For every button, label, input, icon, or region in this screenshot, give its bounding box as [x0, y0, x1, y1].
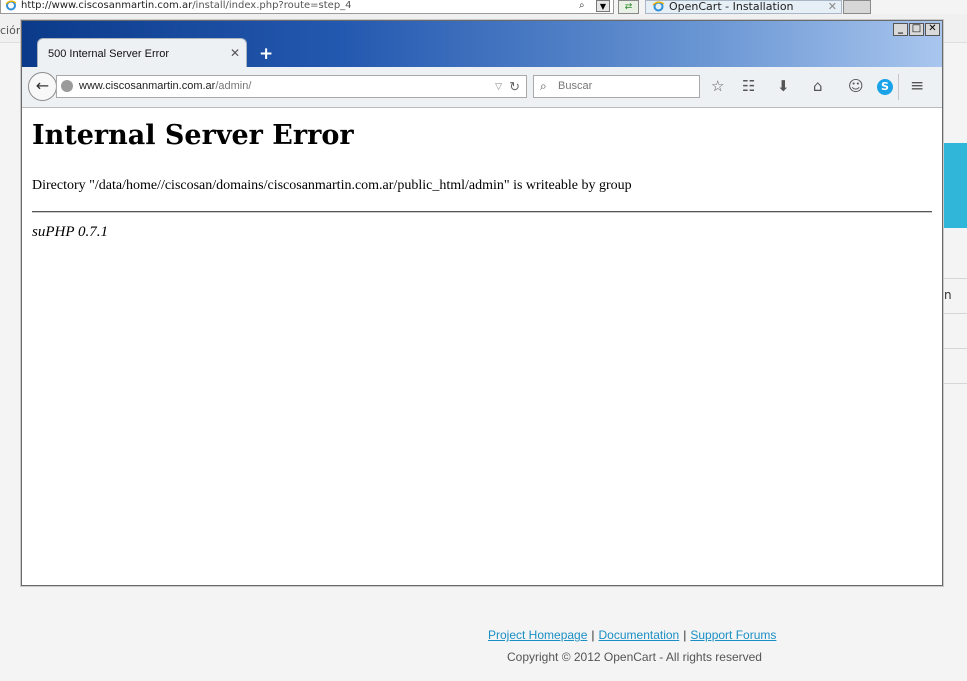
ie-left-fragment: ción	[0, 24, 23, 37]
ie-search-icon[interactable]: ⌕	[579, 0, 593, 12]
downloads-icon[interactable]: ⬇	[777, 78, 790, 94]
search-placeholder: Buscar	[558, 80, 593, 92]
server-signature: suPHP 0.7.1	[32, 224, 108, 240]
window-controls: _ □ ✕	[893, 23, 940, 36]
reload-icon[interactable]: ↻	[509, 76, 520, 97]
support-forums-link[interactable]: Support Forums	[690, 628, 776, 642]
error-message: Directory "/data/home//ciscosan/domains/…	[32, 178, 632, 193]
ie-address-host: http://www.ciscosanmartin.com.ar	[21, 0, 193, 11]
ie-tab-logo-icon	[652, 1, 665, 12]
url-text: www.ciscosanmartin.com.ar/admin/	[79, 76, 251, 97]
firefox-window: _ □ ✕ 500 Internal Server Error ✕ + ← ww…	[21, 20, 943, 586]
firefox-tab-title: 500 Internal Server Error	[48, 48, 170, 60]
page-divider	[944, 348, 967, 349]
toolbar-separator	[898, 74, 899, 100]
home-icon[interactable]: ⌂	[813, 78, 823, 94]
ie-new-tab-button[interactable]	[843, 0, 871, 14]
minimize-button[interactable]: _	[893, 23, 908, 36]
copyright-text: Copyright © 2012 OpenCart - All rights r…	[507, 650, 762, 664]
search-icon: ⌕	[540, 79, 547, 93]
ie-address-path: /install/index.php?route=step_4	[192, 0, 352, 11]
new-tab-button[interactable]: +	[259, 44, 273, 64]
maximize-button[interactable]: □	[909, 23, 924, 36]
page-divider	[944, 313, 967, 314]
ie-tab-title: OpenCart - Installation	[669, 0, 794, 13]
ie-address-bar[interactable]: http://www.ciscosanmartin.com.ar/install…	[0, 0, 614, 14]
firefox-title-bar: _ □ ✕ 500 Internal Server Error ✕ +	[22, 21, 942, 69]
documentation-link[interactable]: Documentation	[599, 628, 680, 642]
chat-icon[interactable]: ☺	[848, 78, 864, 94]
footer-separator: |	[591, 628, 595, 642]
error-title: Internal Server Error	[32, 120, 354, 151]
firefox-nav-bar: ← www.ciscosanmartin.com.ar/admin/ ▽ ↻ ⌕…	[22, 67, 942, 108]
ie-compatibility-icon[interactable]: ⇄	[618, 0, 639, 14]
ie-address-dropdown-icon[interactable]: ▼	[596, 0, 610, 12]
page-divider	[944, 383, 967, 384]
url-host: www.ciscosanmartin.com.ar	[79, 80, 216, 92]
page-right-fragment: n	[944, 288, 952, 302]
page-divider	[944, 278, 967, 279]
skype-icon[interactable]: S	[877, 79, 893, 95]
page-content: Internal Server Error Directory "/data/h…	[23, 108, 941, 584]
error-divider	[32, 211, 932, 213]
page-side-accent	[944, 143, 967, 228]
search-field[interactable]: ⌕ Buscar	[533, 75, 700, 98]
close-window-button[interactable]: ✕	[925, 23, 940, 36]
menu-icon[interactable]: ≡	[910, 78, 924, 95]
ie-logo-icon	[5, 0, 17, 11]
footer-separator: |	[683, 628, 687, 642]
bookmark-star-icon[interactable]: ☆	[711, 78, 724, 94]
project-homepage-link[interactable]: Project Homepage	[488, 628, 587, 642]
firefox-tab-error[interactable]: 500 Internal Server Error ✕	[37, 38, 247, 69]
back-button[interactable]: ←	[28, 72, 57, 101]
tab-close-icon[interactable]: ✕	[230, 46, 240, 60]
url-dropdown-icon[interactable]: ▽	[495, 76, 502, 97]
globe-icon	[61, 80, 73, 92]
ie-tab-close-icon[interactable]: ✕	[828, 1, 837, 13]
url-path: /admin/	[215, 80, 252, 92]
ie-tab-opencart[interactable]: OpenCart - Installation ✕	[645, 0, 842, 14]
footer-links: Project Homepage | Documentation | Support F…	[488, 628, 776, 642]
url-bar[interactable]: www.ciscosanmartin.com.ar/admin/ ▽ ↻	[56, 75, 527, 98]
bookmarks-menu-icon[interactable]: ☷	[742, 78, 755, 94]
